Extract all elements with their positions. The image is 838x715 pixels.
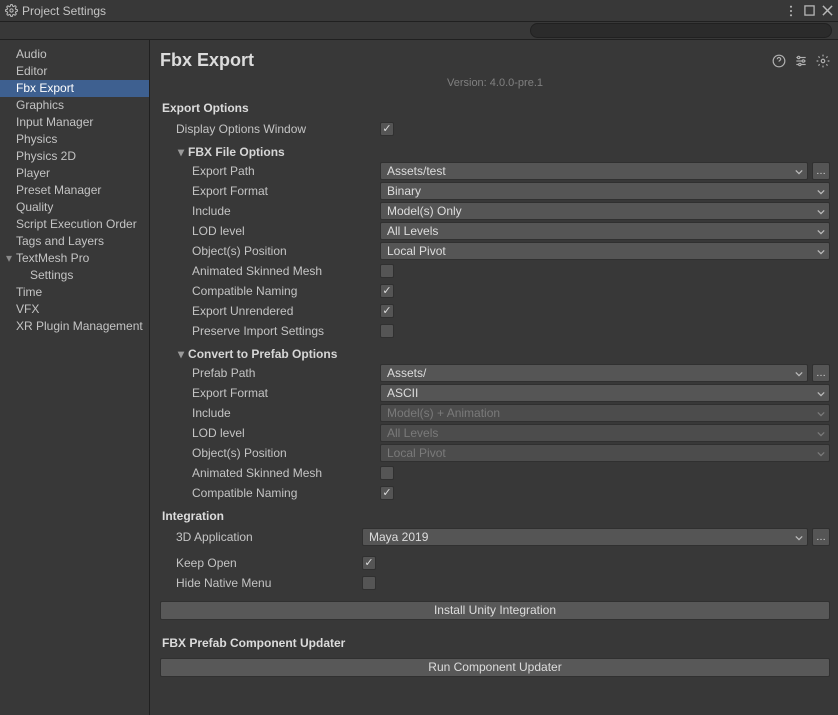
- sidebar-item-physics-2d[interactable]: Physics 2D: [0, 148, 149, 165]
- 3d-application-label: 3D Application: [160, 530, 362, 544]
- run-component-updater-button[interactable]: Run Component Updater: [160, 658, 830, 677]
- fbx-objects-position-dropdown[interactable]: Local Pivot: [380, 242, 830, 260]
- sidebar-item-player[interactable]: Player: [0, 165, 149, 182]
- gear-icon: [4, 4, 18, 18]
- prefab-compatible-naming-checkbox[interactable]: [380, 486, 394, 500]
- prefab-objects-position-label: Object(s) Position: [160, 446, 380, 460]
- fbx-compatible-naming-checkbox[interactable]: [380, 284, 394, 298]
- fbx-include-label: Include: [160, 204, 380, 218]
- version-text: Version: 4.0.0-pre.1: [160, 77, 830, 89]
- prefab-animated-skinned-mesh-checkbox[interactable]: [380, 466, 394, 480]
- settings-content: Fbx Export Version: 4.0.0-pre.1 Export O…: [150, 40, 838, 715]
- sidebar-item-preset-manager[interactable]: Preset Manager: [0, 182, 149, 199]
- sidebar-item-input-manager[interactable]: Input Manager: [0, 114, 149, 131]
- sidebar-item-quality[interactable]: Quality: [0, 199, 149, 216]
- fbx-file-options-foldout[interactable]: ▾ FBX File Options: [160, 145, 830, 159]
- prefab-lod-level-label: LOD level: [160, 426, 380, 440]
- sidebar-item-xr-plugin-management[interactable]: XR Plugin Management: [0, 318, 149, 335]
- settings-sidebar: Audio Editor Fbx Export Graphics Input M…: [0, 40, 150, 715]
- 3d-application-browse-button[interactable]: …: [812, 528, 830, 546]
- kebab-menu-icon[interactable]: [784, 4, 798, 18]
- keep-open-checkbox[interactable]: [362, 556, 376, 570]
- sidebar-item-textmesh-settings[interactable]: Settings: [0, 267, 149, 284]
- hide-native-menu-label: Hide Native Menu: [160, 576, 362, 590]
- display-options-window-checkbox[interactable]: [380, 122, 394, 136]
- fbx-lod-level-dropdown[interactable]: All Levels: [380, 222, 830, 240]
- prefab-include-dropdown: Model(s) + Animation: [380, 404, 830, 422]
- fbx-prefab-updater-header: FBX Prefab Component Updater: [160, 636, 830, 650]
- search-input[interactable]: [530, 23, 832, 38]
- sidebar-item-time[interactable]: Time: [0, 284, 149, 301]
- chevron-down-icon: ▾: [178, 347, 184, 361]
- window-titlebar: Project Settings: [0, 0, 838, 22]
- fbx-include-dropdown[interactable]: Model(s) Only: [380, 202, 830, 220]
- prefab-path-label: Prefab Path: [160, 366, 380, 380]
- fbx-export-path-dropdown[interactable]: Assets/test: [380, 162, 808, 180]
- install-unity-integration-button[interactable]: Install Unity Integration: [160, 601, 830, 620]
- hide-native-menu-checkbox[interactable]: [362, 576, 376, 590]
- prefab-compatible-naming-label: Compatible Naming: [160, 486, 380, 500]
- chevron-down-icon[interactable]: ▾: [6, 251, 16, 266]
- prefab-include-label: Include: [160, 406, 380, 420]
- sidebar-item-audio[interactable]: Audio: [0, 46, 149, 63]
- fbx-lod-level-label: LOD level: [160, 224, 380, 238]
- sidebar-item-editor[interactable]: Editor: [0, 63, 149, 80]
- fbx-export-format-dropdown[interactable]: Binary: [380, 182, 830, 200]
- convert-to-prefab-foldout[interactable]: ▾ Convert to Prefab Options: [160, 347, 830, 361]
- integration-header: Integration: [160, 509, 830, 523]
- fbx-preserve-import-settings-checkbox[interactable]: [380, 324, 394, 338]
- search-bar: [0, 22, 838, 40]
- fbx-animated-skinned-mesh-label: Animated Skinned Mesh: [160, 264, 380, 278]
- prefab-path-browse-button[interactable]: …: [812, 364, 830, 382]
- close-icon[interactable]: [820, 4, 834, 18]
- sidebar-item-physics[interactable]: Physics: [0, 131, 149, 148]
- window-title: Project Settings: [22, 4, 106, 18]
- prefab-export-format-label: Export Format: [160, 386, 380, 400]
- sidebar-item-textmesh-pro[interactable]: ▾TextMesh Pro: [0, 250, 149, 267]
- fbx-export-unrendered-checkbox[interactable]: [380, 304, 394, 318]
- gear-icon[interactable]: [816, 54, 830, 68]
- prefab-animated-skinned-mesh-label: Animated Skinned Mesh: [160, 466, 380, 480]
- page-title: Fbx Export: [160, 50, 254, 71]
- fbx-compatible-naming-label: Compatible Naming: [160, 284, 380, 298]
- maximize-icon[interactable]: [802, 4, 816, 18]
- fbx-export-format-label: Export Format: [160, 184, 380, 198]
- fbx-preserve-import-settings-label: Preserve Import Settings: [160, 324, 380, 338]
- sidebar-item-vfx[interactable]: VFX: [0, 301, 149, 318]
- fbx-objects-position-label: Object(s) Position: [160, 244, 380, 258]
- settings-sliders-icon[interactable]: [794, 54, 808, 68]
- fbx-export-path-browse-button[interactable]: …: [812, 162, 830, 180]
- fbx-animated-skinned-mesh-checkbox[interactable]: [380, 264, 394, 278]
- help-icon[interactable]: [772, 54, 786, 68]
- sidebar-item-fbx-export[interactable]: Fbx Export: [0, 80, 149, 97]
- fbx-export-unrendered-label: Export Unrendered: [160, 304, 380, 318]
- fbx-export-path-label: Export Path: [160, 164, 380, 178]
- export-options-header: Export Options: [160, 101, 830, 115]
- sidebar-item-tags-and-layers[interactable]: Tags and Layers: [0, 233, 149, 250]
- sidebar-item-script-execution-order[interactable]: Script Execution Order: [0, 216, 149, 233]
- prefab-lod-level-dropdown: All Levels: [380, 424, 830, 442]
- prefab-objects-position-dropdown: Local Pivot: [380, 444, 830, 462]
- prefab-path-dropdown[interactable]: Assets/: [380, 364, 808, 382]
- 3d-application-dropdown[interactable]: Maya 2019: [362, 528, 808, 546]
- keep-open-label: Keep Open: [160, 556, 362, 570]
- display-options-window-label: Display Options Window: [160, 122, 380, 136]
- prefab-export-format-dropdown[interactable]: ASCII: [380, 384, 830, 402]
- chevron-down-icon: ▾: [178, 145, 184, 159]
- sidebar-item-graphics[interactable]: Graphics: [0, 97, 149, 114]
